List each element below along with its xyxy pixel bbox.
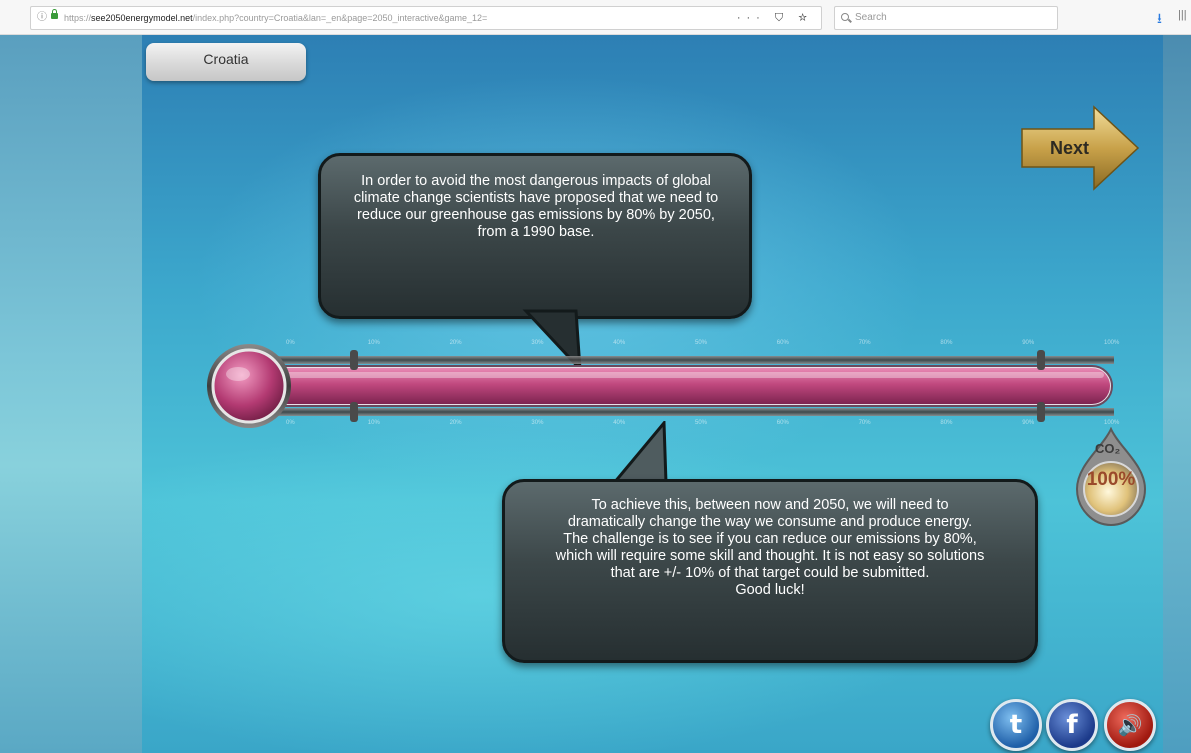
next-label: Next <box>1050 138 1090 158</box>
country-name: Croatia <box>203 51 249 67</box>
co2-value: 100% <box>1086 469 1136 490</box>
search-placeholder: Search <box>855 12 887 23</box>
thermometer-tick-label: 50% <box>695 340 708 346</box>
info-icon[interactable]: ⓘ <box>37 7 47 29</box>
facebook-icon: f <box>1066 710 1078 740</box>
co2-label: CO₂ <box>1095 441 1121 456</box>
game-stage: Croatia Next In order to avoid the most … <box>0 35 1191 753</box>
url-prefix: https:// <box>64 13 92 23</box>
twitter-button[interactable]: t <box>990 699 1042 751</box>
facebook-button[interactable]: f <box>1046 699 1098 751</box>
next-button[interactable]: Next <box>1020 105 1140 191</box>
browser-toolbar: ⓘ https://see2050energymodel.net/index.p… <box>0 0 1191 35</box>
thermometer-tick-label: 70% <box>858 420 871 426</box>
url-text: https://see2050energymodel.net/index.php… <box>64 7 487 29</box>
thermometer-tick-label: 40% <box>613 340 626 346</box>
left-panel <box>0 35 142 753</box>
thermometer-tick-label: 60% <box>776 340 789 346</box>
thermometer-tick-label: 30% <box>531 420 544 426</box>
twitter-icon: t <box>1009 710 1023 740</box>
thermometer-tick-label: 20% <box>449 340 462 346</box>
right-panel <box>1163 35 1191 753</box>
bubble-bottom-line: The challenge is to see if you can reduc… <box>563 531 977 547</box>
url-path: /index.php?country=Croatia&lan=_en&page=… <box>192 13 488 23</box>
address-bar[interactable]: ⓘ https://see2050energymodel.net/index.p… <box>30 6 822 30</box>
speaker-icon: 🔊 <box>1117 713 1143 737</box>
thermometer-tick-label: 70% <box>858 340 871 346</box>
thermometer-tick-label: 50% <box>695 420 708 426</box>
thermometer-tick-label: 100% <box>1104 420 1120 426</box>
co2-gauge: CO₂ 100% <box>1075 426 1147 527</box>
download-icon[interactable]: ⭳ <box>1157 8 1162 32</box>
lock-icon <box>51 9 58 19</box>
bubble-bottom-line: dramatically change the way we consume a… <box>567 514 973 530</box>
thermometer-tick-label: 10% <box>367 420 380 426</box>
sound-toggle-button[interactable]: 🔊 <box>1104 699 1156 751</box>
thermometer-tick-label: 80% <box>940 420 953 426</box>
page-actions-menu[interactable]: ··· ⛉ ☆ <box>737 7 813 29</box>
bubble-bottom-line: Good luck! <box>735 582 805 598</box>
info-bubble-top: In order to avoid the most dangerous imp… <box>318 153 752 319</box>
thermometer-tick-label: 90% <box>1022 340 1035 346</box>
thermometer-graphic <box>207 344 1114 428</box>
thermometer-tick-label: 10% <box>367 340 380 346</box>
thermometer-tick-label: 30% <box>531 340 544 346</box>
url-domain: see2050energymodel.net <box>91 13 193 23</box>
search-input[interactable]: Search <box>834 6 1058 30</box>
emissions-thermometer: 0% 10% 20% 30% 40% 50% 60% 70% 80% 90% 100% 0% 10% 2… <box>204 340 1124 432</box>
bubble-bottom-line: To achieve this, between now and 2050, w… <box>591 497 949 513</box>
library-icon[interactable]: ||| <box>1178 9 1187 21</box>
bubble-bottom-text: To achieve this, between now and 2050, w… <box>515 497 1025 599</box>
bubble-bottom-line: which will require some skill and though… <box>555 548 985 564</box>
info-bubble-bottom: To achieve this, between now and 2050, w… <box>502 479 1038 663</box>
thermometer-tick-label: 90% <box>1022 420 1035 426</box>
thermometer-tick-label: 0% <box>286 340 295 346</box>
thermometer-tick-label: 20% <box>449 420 462 426</box>
thermometer-tick-label: 60% <box>776 420 789 426</box>
thermometer-tick-label: 80% <box>940 340 953 346</box>
bubble-top-text: In order to avoid the most dangerous imp… <box>353 173 719 240</box>
thermometer-tick-label: 0% <box>286 420 295 426</box>
country-tab[interactable]: Croatia <box>146 43 306 81</box>
bubble-bottom-line: that are +/- 10% of that target could be… <box>610 565 930 581</box>
search-icon <box>841 13 849 21</box>
thermometer-tick-label: 100% <box>1104 340 1120 346</box>
bubble-bottom-tail <box>610 421 668 485</box>
